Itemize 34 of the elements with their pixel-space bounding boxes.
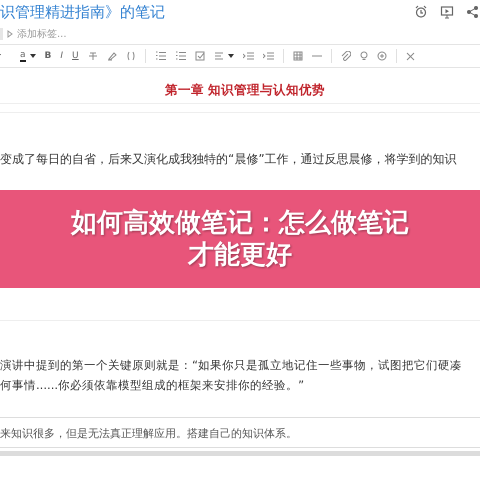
list-icon[interactable] xyxy=(174,51,186,61)
paragraph-line: 演讲中提到的第一个关键原则就是：“如果你只是孤立地记住一些事物，试图把它们硬凑 xyxy=(0,357,464,374)
indent-icon[interactable] xyxy=(242,51,254,61)
indent-icon[interactable] xyxy=(262,51,274,61)
alarm-clock-icon[interactable] xyxy=(414,5,428,19)
table-icon[interactable] xyxy=(292,51,303,61)
paragraph-line: 何事情......你必须依靠模型组成的框架来安排你的经验。” xyxy=(0,377,306,394)
chapter-heading: 第一章 知识管理与认知优势 xyxy=(164,82,326,99)
format-button[interactable]: B xyxy=(44,52,52,60)
lightbulb-icon[interactable] xyxy=(360,51,368,61)
dropdown-caret-icon[interactable] xyxy=(30,54,36,58)
paperclip-icon[interactable] xyxy=(340,51,351,61)
strikethrough-icon[interactable] xyxy=(88,51,98,61)
note-text: 来知识很多，但是无法真正理解应用。搭建自己的知识体系。 xyxy=(0,418,480,448)
marker-icon[interactable] xyxy=(106,51,117,61)
banner-title: 如何高效做笔记：怎么做笔记 xyxy=(71,206,409,239)
align-icon[interactable] xyxy=(214,51,224,61)
expand-icon[interactable] xyxy=(406,52,415,60)
presentation-icon[interactable] xyxy=(440,5,454,19)
add-circle-icon[interactable] xyxy=(376,51,387,61)
caret-icon xyxy=(7,30,13,38)
banner-title: 才能更好 xyxy=(188,239,292,272)
dropdown-caret-icon[interactable] xyxy=(228,54,234,58)
format-button[interactable]: U xyxy=(72,52,79,60)
add-tag-field[interactable]: 添加标签... xyxy=(17,27,67,41)
list-icon[interactable] xyxy=(154,51,166,61)
font-color-button[interactable]: a xyxy=(20,50,26,62)
checkbox-icon[interactable] xyxy=(194,51,205,61)
paragraph: 变成了每日的自省，后来又演化成我独特的“晨修”工作，通过反思晨修，将学到的知识 xyxy=(0,151,458,168)
note-title[interactable]: 识管理精进指南》的笔记 xyxy=(0,2,165,22)
format-button[interactable]: I xyxy=(60,52,64,60)
horizontal-rule-icon[interactable] xyxy=(312,55,322,57)
code-icon[interactable] xyxy=(126,51,136,61)
share-icon[interactable] xyxy=(466,5,478,19)
